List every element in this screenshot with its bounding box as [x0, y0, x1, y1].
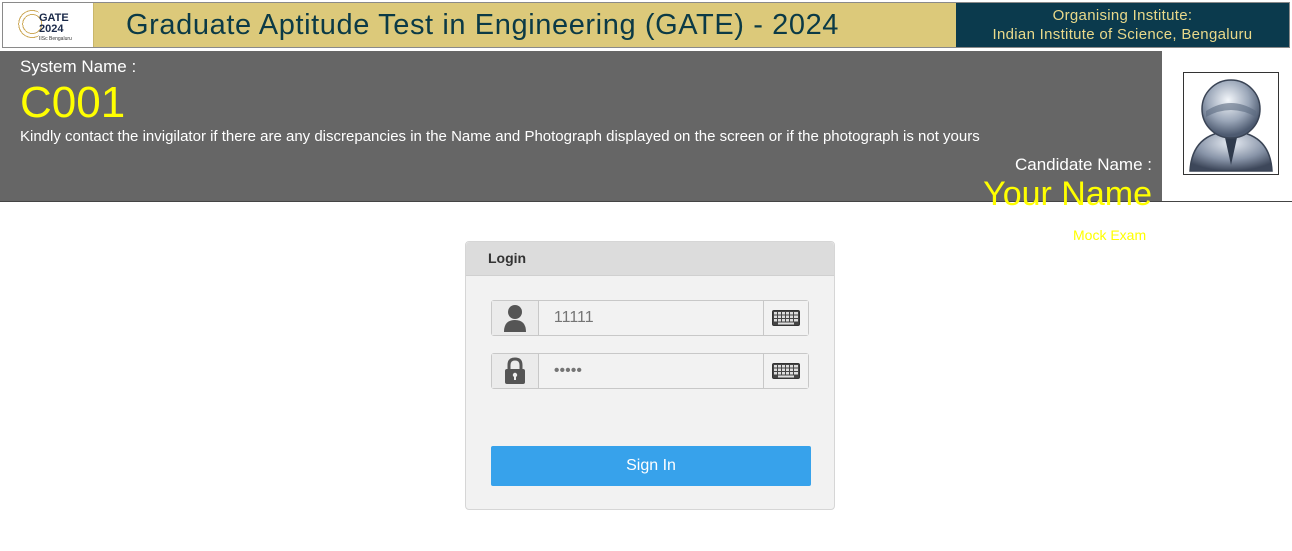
lock-icon	[492, 354, 539, 388]
organising-institute: Organising Institute: Indian Institute o…	[956, 3, 1289, 47]
login-heading: Login	[466, 242, 834, 276]
invigilator-notice: Kindly contact the invigilator if there …	[20, 128, 980, 145]
sign-in-button[interactable]: Sign In	[491, 446, 811, 486]
system-name-label: System Name :	[20, 57, 137, 76]
username-field-group	[491, 300, 809, 336]
logo-emblem-icon	[7, 6, 43, 42]
gate-logo: GATE 2024 IISc Bengaluru	[3, 3, 94, 47]
org-name: Indian Institute of Science, Bengaluru	[992, 26, 1253, 43]
candidate-name-label: Candidate Name :	[1014, 155, 1152, 174]
password-field-group	[491, 353, 809, 389]
candidate-photo-area	[1162, 51, 1292, 202]
exam-title: Graduate Aptitude Test in Engineering (G…	[126, 8, 840, 41]
candidate-photo-icon	[1183, 72, 1279, 175]
candidate-info-bar: System Name : C001 Kindly contact the in…	[0, 51, 1162, 213]
login-panel: Login 11111 ••••• Sign In	[465, 241, 835, 510]
password-input[interactable]	[538, 354, 763, 388]
exam-type-label: Mock Exam	[1073, 227, 1147, 243]
header-banner: GATE 2024 IISc Bengaluru Graduate Aptitu…	[2, 2, 1290, 48]
user-icon	[492, 301, 539, 335]
username-input[interactable]	[538, 301, 763, 335]
org-label: Organising Institute:	[1052, 7, 1193, 24]
logo-text-institute: IISc Bengaluru	[39, 36, 72, 42]
keyboard-icon[interactable]	[762, 301, 808, 335]
candidate-name-value: Your Name	[983, 175, 1152, 213]
logo-text-year: 2024	[39, 23, 64, 35]
system-name-value: C001	[20, 78, 126, 127]
keyboard-icon[interactable]	[762, 354, 808, 388]
